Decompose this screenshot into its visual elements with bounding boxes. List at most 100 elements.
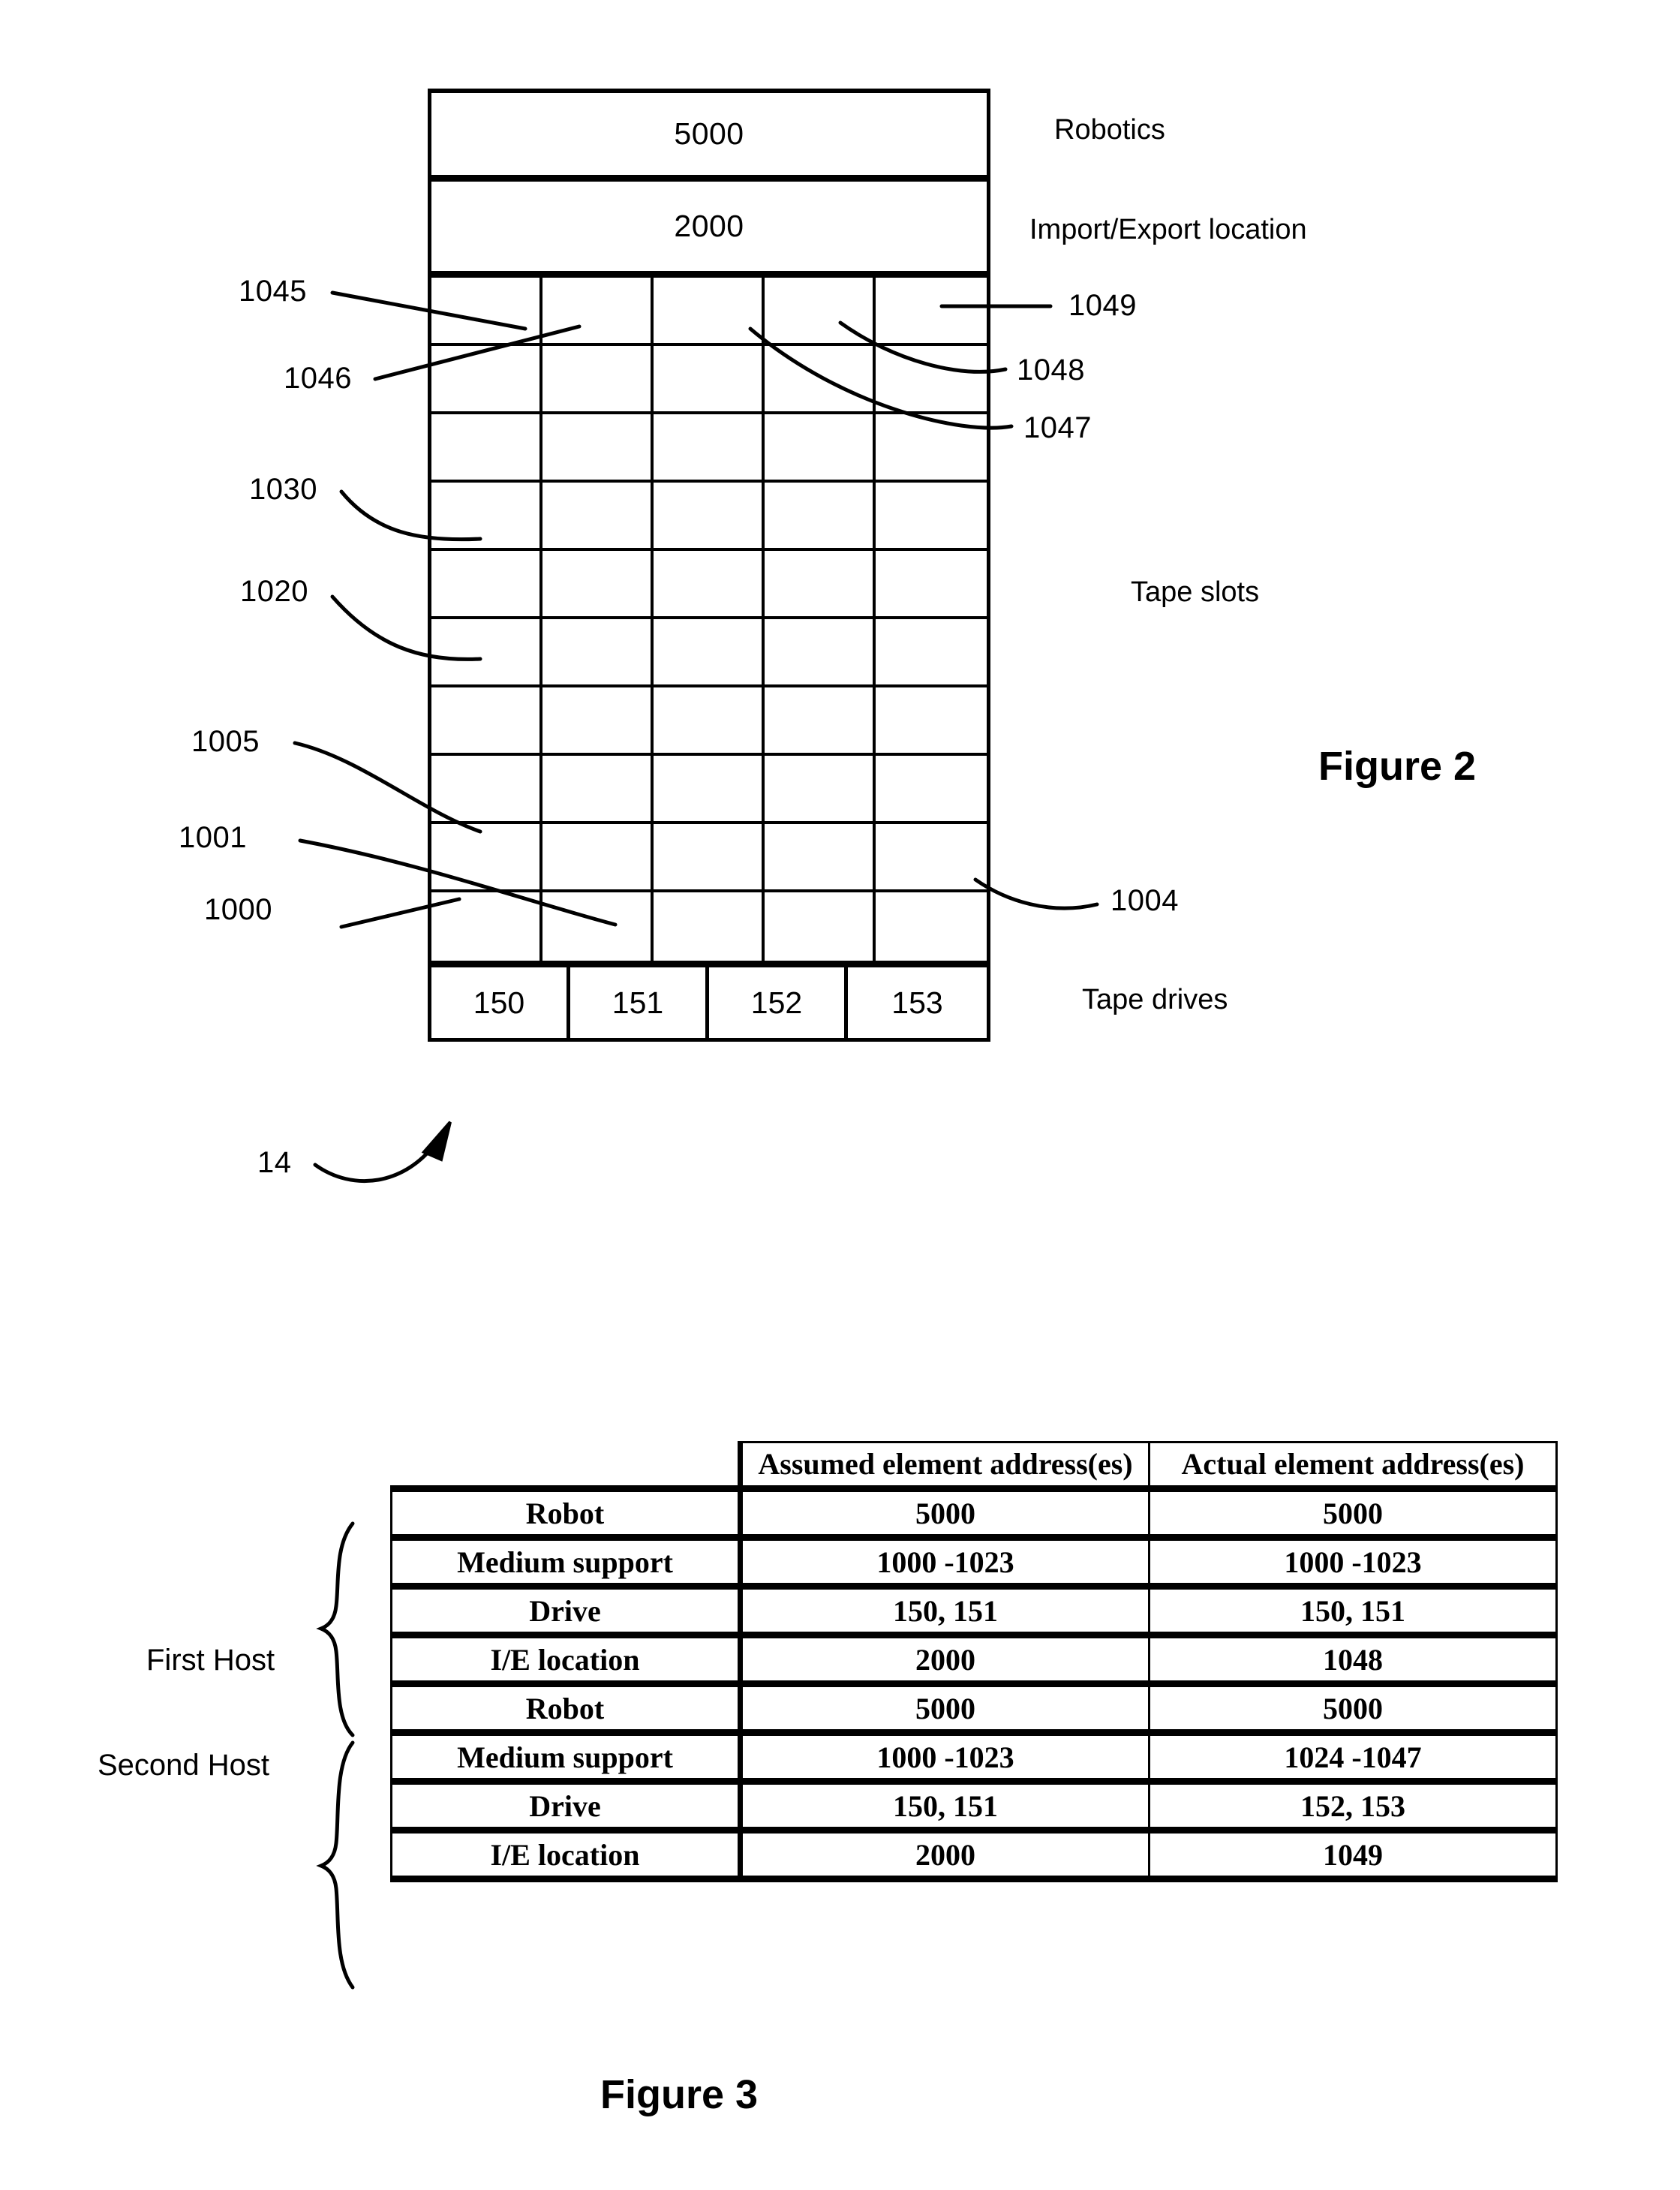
- tape-drive-address: 153: [891, 985, 943, 1020]
- table-row: I/E location 2000 1049: [390, 1827, 1558, 1882]
- tape-slot: [876, 756, 987, 824]
- actual-value: 152, 153: [1148, 1778, 1558, 1831]
- tape-slot: [876, 483, 987, 551]
- tape-slot: [765, 756, 876, 824]
- assumed-value: 2000: [738, 1632, 1150, 1687]
- tape-drive: 152: [709, 967, 848, 1038]
- tape-slot: [654, 346, 765, 414]
- actual-value: 1000 -1023: [1148, 1534, 1558, 1587]
- tape-slot: [654, 278, 765, 346]
- table-row: Robot 5000 5000: [390, 1683, 1558, 1734]
- ref-1045: 1045: [239, 275, 307, 308]
- robotics-address: 5000: [674, 116, 744, 151]
- tape-slot-grid: [428, 278, 990, 961]
- tape-slot: [765, 483, 876, 551]
- tape-slot: [542, 278, 654, 346]
- tape-slot: [542, 483, 654, 551]
- ref-1004: 1004: [1110, 884, 1179, 917]
- row-label: Robot: [390, 1485, 741, 1539]
- tape-slot: [654, 892, 765, 961]
- tape-slot: [876, 687, 987, 756]
- tape-slot: [765, 278, 876, 346]
- tape-slot: [765, 414, 876, 483]
- table-row: Medium support 1000 -1023 1000 -1023: [390, 1534, 1558, 1587]
- tape-slot: [876, 892, 987, 961]
- tape-library-diagram: 5000 2000 150 151 152 153: [428, 89, 990, 1042]
- ref-1047: 1047: [1023, 411, 1092, 444]
- ref-1000: 1000: [204, 893, 272, 926]
- ref-1046: 1046: [284, 362, 352, 395]
- column-header-actual: Actual element address(es): [1148, 1441, 1558, 1490]
- import-export-band: 2000: [428, 182, 990, 278]
- assumed-value: 1000 -1023: [738, 1729, 1150, 1782]
- figure-3: Assumed element address(es) Actual eleme…: [0, 1261, 1680, 2190]
- row-label: I/E location: [390, 1632, 741, 1687]
- tape-slot: [654, 756, 765, 824]
- ref-1001: 1001: [179, 821, 247, 854]
- table-row: Medium support 1000 -1023 1024 -1047: [390, 1729, 1558, 1782]
- tape-slot: [431, 619, 542, 687]
- tape-slot: [431, 756, 542, 824]
- ref-1005: 1005: [191, 725, 260, 758]
- tape-slot: [542, 687, 654, 756]
- tape-drive-address: 150: [473, 985, 525, 1020]
- table-row: Robot 5000 5000: [390, 1485, 1558, 1539]
- element-address-table: Assumed element address(es) Actual eleme…: [390, 1441, 1558, 1882]
- figure-2: 5000 2000 150 151 152 153 Robotics Impor…: [0, 0, 1680, 1261]
- tape-slot: [431, 551, 542, 619]
- figure-3-caption: Figure 3: [600, 2072, 759, 2117]
- column-header-assumed: Assumed element address(es): [738, 1441, 1150, 1490]
- tape-slot: [431, 346, 542, 414]
- ref-14-assembly: 14: [257, 1146, 292, 1179]
- tape-slot: [542, 619, 654, 687]
- tape-slot: [765, 619, 876, 687]
- actual-value: 1049: [1148, 1827, 1558, 1882]
- row-label: Drive: [390, 1778, 741, 1831]
- ref-1049: 1049: [1068, 289, 1137, 322]
- tape-slot: [654, 551, 765, 619]
- assumed-value: 1000 -1023: [738, 1534, 1150, 1587]
- tape-slot: [431, 892, 542, 961]
- tape-slot: [654, 687, 765, 756]
- empty-corner-cell: [392, 1442, 741, 1489]
- assumed-value: 150, 151: [738, 1583, 1150, 1636]
- tape-slot: [542, 551, 654, 619]
- first-host-label: First Host: [146, 1644, 275, 1677]
- robotics-label: Robotics: [1054, 114, 1165, 146]
- tape-slot: [431, 278, 542, 346]
- assumed-value: 150, 151: [738, 1778, 1150, 1831]
- tape-drive-address: 151: [612, 985, 664, 1020]
- tape-slot: [765, 892, 876, 961]
- tape-drive: 150: [431, 967, 570, 1038]
- actual-value: 5000: [1148, 1683, 1558, 1734]
- actual-value: 5000: [1148, 1485, 1558, 1539]
- ref-1020: 1020: [240, 575, 308, 608]
- ref-1048: 1048: [1017, 353, 1085, 387]
- row-label: I/E location: [390, 1827, 741, 1882]
- tape-slot: [876, 278, 987, 346]
- tape-slot: [654, 414, 765, 483]
- tape-slot: [431, 687, 542, 756]
- second-host-label: Second Host: [98, 1749, 270, 1782]
- tape-slot: [542, 414, 654, 483]
- tape-drive-address: 152: [750, 985, 803, 1020]
- row-label: Medium support: [390, 1729, 741, 1782]
- tape-slot: [542, 824, 654, 892]
- tape-slot: [542, 756, 654, 824]
- tape-slot: [431, 414, 542, 483]
- tape-slot: [654, 824, 765, 892]
- row-label: Robot: [390, 1683, 741, 1734]
- tape-slot: [654, 619, 765, 687]
- tape-slot: [542, 346, 654, 414]
- row-label: Medium support: [390, 1534, 741, 1587]
- tape-slot: [765, 346, 876, 414]
- tape-slot: [542, 892, 654, 961]
- tape-drive-row: 150 151 152 153: [428, 961, 990, 1042]
- tape-drive: 151: [570, 967, 709, 1038]
- assumed-value: 2000: [738, 1827, 1150, 1882]
- assumed-value: 5000: [738, 1683, 1150, 1734]
- tape-slot: [876, 619, 987, 687]
- tape-slots-label: Tape slots: [1131, 576, 1260, 608]
- tape-slot: [876, 346, 987, 414]
- tape-slot: [431, 483, 542, 551]
